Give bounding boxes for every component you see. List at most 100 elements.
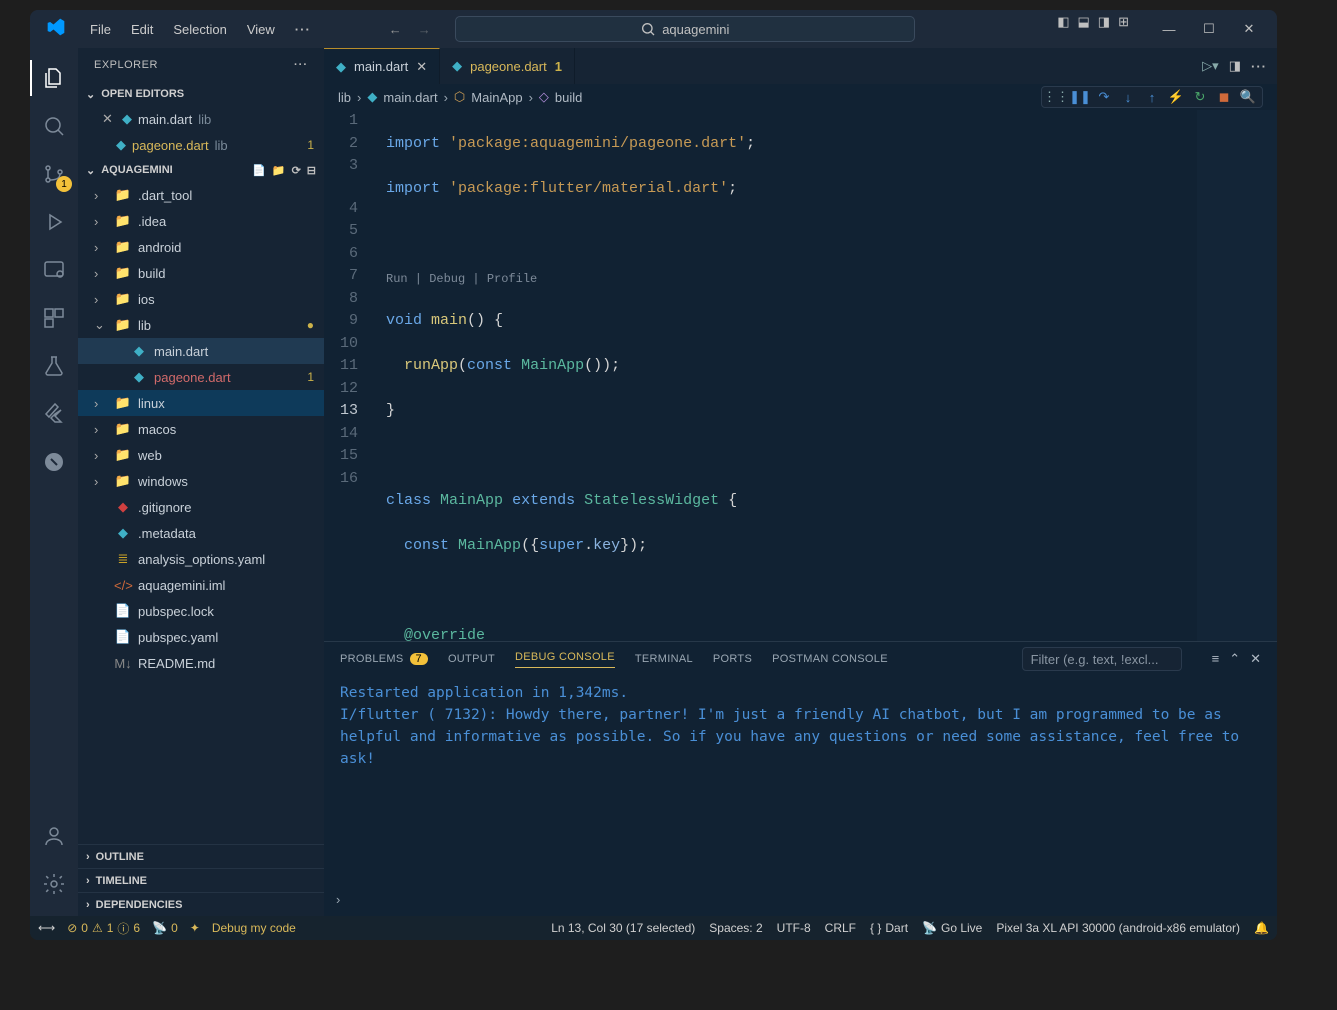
activity-scm[interactable]: 1 — [30, 150, 78, 198]
panel-tab-debug-console[interactable]: DEBUG CONSOLE — [515, 651, 615, 668]
devtools-icon[interactable]: 🔍 — [1240, 89, 1256, 105]
close-icon[interactable]: ✕ — [102, 111, 116, 127]
layout-icon-3[interactable]: ◨ — [1098, 14, 1110, 44]
sb-device[interactable]: Pixel 3a XL API 30000 (android-x86 emula… — [996, 921, 1240, 935]
activity-accounts[interactable] — [30, 812, 78, 860]
code-body[interactable]: import 'package:aquagemini/pageone.dart'… — [374, 110, 1277, 641]
nav-back-icon[interactable]: ← — [389, 22, 402, 37]
project-header[interactable]: ⌄ AQUAGEMINI 📄 📁 ⟳ ⊟ — [78, 158, 324, 182]
panel-filter-input[interactable]: Filter (e.g. text, !excl... — [1022, 647, 1182, 671]
sb-encoding[interactable]: UTF-8 — [777, 921, 811, 935]
tree-item[interactable]: ◆main.dart — [78, 338, 324, 364]
tree-item[interactable]: ◆pageone.dart1 — [78, 364, 324, 390]
step-into-icon[interactable]: ↓ — [1120, 89, 1136, 105]
tree-item[interactable]: ›📁macos — [78, 416, 324, 442]
filter-settings-icon[interactable]: ≡ — [1212, 651, 1220, 667]
debug-console-output[interactable]: Restarted application in 1,342ms.I/flutt… — [324, 676, 1277, 892]
crumb-file[interactable]: main.dart — [383, 90, 437, 105]
timeline-header[interactable]: ›TIMELINE — [78, 868, 324, 892]
tree-item[interactable]: ›📁windows — [78, 468, 324, 494]
menu-overflow[interactable]: ··· — [287, 18, 319, 41]
panel-close-icon[interactable]: ✕ — [1250, 651, 1261, 667]
tree-item[interactable]: ›📁linux — [78, 390, 324, 416]
activity-search[interactable] — [30, 102, 78, 150]
open-editor-pageone[interactable]: ◆ pageone.dart lib 1 — [78, 132, 324, 158]
crumb-lib[interactable]: lib — [338, 90, 351, 105]
menu-file[interactable]: File — [82, 18, 119, 41]
step-out-icon[interactable]: ↑ — [1144, 89, 1160, 105]
tree-item[interactable]: ◆.metadata — [78, 520, 324, 546]
window-maximize-icon[interactable]: ☐ — [1189, 14, 1229, 44]
new-file-icon[interactable]: 📄 — [252, 164, 266, 177]
panel-tab-output[interactable]: OUTPUT — [448, 653, 495, 665]
refresh-icon[interactable]: ⟳ — [292, 164, 301, 177]
tab-main-dart[interactable]: ◆ main.dart ✕ — [324, 48, 440, 84]
open-editor-main[interactable]: ✕ ◆ main.dart lib — [78, 106, 324, 132]
window-minimize-icon[interactable]: — — [1149, 14, 1189, 44]
sb-eol[interactable]: CRLF — [825, 921, 856, 935]
sb-remote-icon[interactable]: ⟷ — [38, 921, 55, 935]
activity-misc[interactable] — [30, 438, 78, 486]
menu-edit[interactable]: Edit — [123, 18, 161, 41]
tree-item[interactable]: </>aquagemini.iml — [78, 572, 324, 598]
menu-view[interactable]: View — [239, 18, 283, 41]
panel-tab-postman[interactable]: POSTMAN CONSOLE — [772, 653, 888, 665]
tree-item[interactable]: ⌄📁lib● — [78, 312, 324, 338]
tree-item[interactable]: ◆.gitignore — [78, 494, 324, 520]
tree-item[interactable]: ≣analysis_options.yaml — [78, 546, 324, 572]
tab-pageone-dart[interactable]: ◆ pageone.dart 1 — [440, 48, 575, 84]
pause-icon[interactable]: ❚❚ — [1072, 89, 1088, 105]
panel-tab-terminal[interactable]: TERMINAL — [635, 653, 693, 665]
minimap[interactable] — [1197, 110, 1277, 641]
tree-item[interactable]: 📄pubspec.yaml — [78, 624, 324, 650]
tree-item[interactable]: ›📁ios — [78, 286, 324, 312]
layout-icon-1[interactable]: ◧ — [1057, 14, 1069, 44]
panel-tab-problems[interactable]: PROBLEMS 7 — [340, 653, 428, 665]
panel-tab-ports[interactable]: PORTS — [713, 653, 752, 665]
sb-ports[interactable]: 📡0 — [152, 921, 178, 935]
drag-handle-icon[interactable]: ⋮⋮ — [1048, 89, 1064, 105]
tree-item[interactable]: ›📁android — [78, 234, 324, 260]
stop-icon[interactable]: ◼ — [1216, 89, 1232, 105]
restart-icon[interactable]: ↻ — [1192, 89, 1208, 105]
activity-run[interactable] — [30, 198, 78, 246]
tree-item[interactable]: ›📁.dart_tool — [78, 182, 324, 208]
sb-golive[interactable]: 📡 Go Live — [922, 921, 982, 935]
new-folder-icon[interactable]: 📁 — [272, 164, 286, 177]
sb-debug-my-code[interactable]: Debug my code — [212, 921, 296, 935]
close-icon[interactable]: ✕ — [416, 59, 427, 75]
editor-more-icon[interactable]: ··· — [1251, 59, 1267, 74]
breadcrumb[interactable]: lib› ◆ main.dart› ⬡ MainApp› ◇ build ⋮⋮ … — [324, 84, 1277, 110]
codelens[interactable]: Run | Debug | Profile — [386, 268, 1277, 288]
tree-item[interactable]: ›📁build — [78, 260, 324, 286]
sb-problems[interactable]: ⊘0 ⚠1 ⓘ6 — [67, 920, 140, 937]
step-over-icon[interactable]: ↷ — [1096, 89, 1112, 105]
layout-icon-2[interactable]: ⬓ — [1078, 14, 1090, 44]
panel-maximize-icon[interactable]: ⌃ — [1229, 651, 1240, 667]
activity-flutter[interactable] — [30, 390, 78, 438]
sb-bell-icon[interactable]: 🔔 — [1254, 921, 1269, 935]
hot-reload-icon[interactable]: ⚡ — [1168, 89, 1184, 105]
code-editor[interactable]: 123 4567 891011 1213141516 import 'packa… — [324, 110, 1277, 641]
sb-cursor-pos[interactable]: Ln 13, Col 30 (17 selected) — [551, 921, 695, 935]
menu-selection[interactable]: Selection — [165, 18, 234, 41]
sb-debug-hint-icon[interactable]: ✦ — [190, 921, 200, 935]
activity-explorer[interactable] — [30, 54, 78, 102]
activity-testing[interactable] — [30, 342, 78, 390]
dependencies-header[interactable]: ›DEPENDENCIES — [78, 892, 324, 916]
tree-item[interactable]: M↓README.md — [78, 650, 324, 676]
split-editor-icon[interactable]: ◨ — [1229, 58, 1241, 74]
sb-language[interactable]: { } Dart — [870, 921, 908, 935]
collapse-icon[interactable]: ⊟ — [307, 164, 316, 177]
run-debug-icon[interactable]: ▷▾ — [1202, 58, 1219, 74]
activity-settings[interactable] — [30, 860, 78, 908]
nav-forward-icon[interactable]: → — [418, 22, 431, 37]
command-center[interactable]: aquagemini — [455, 16, 915, 42]
activity-remote[interactable] — [30, 246, 78, 294]
open-editors-header[interactable]: ⌄ OPEN EDITORS — [78, 82, 324, 106]
sb-indent[interactable]: Spaces: 2 — [709, 921, 762, 935]
sidebar-more-icon[interactable]: ··· — [294, 59, 308, 71]
layout-icon-4[interactable]: ⊞ — [1118, 14, 1129, 44]
tree-item[interactable]: ›📁.idea — [78, 208, 324, 234]
window-close-icon[interactable]: ✕ — [1229, 14, 1269, 44]
